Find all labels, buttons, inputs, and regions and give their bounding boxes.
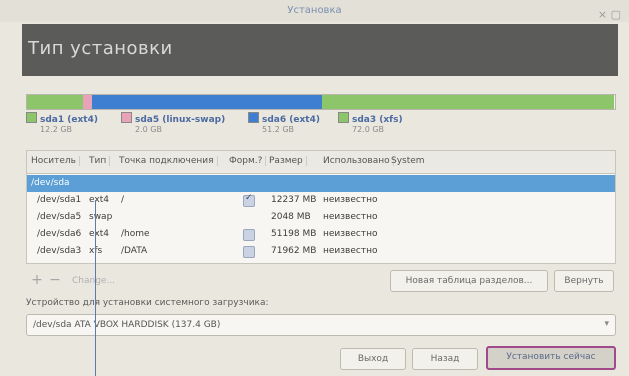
page-header: Тип установки	[22, 24, 618, 76]
partition-segment-sda3	[322, 95, 614, 109]
partition-segment-sda6	[92, 95, 322, 109]
legend-item-sda1: sda1 (ext4) 12.2 GB	[26, 112, 98, 134]
legend-swatch	[121, 112, 132, 123]
column-header-device[interactable]: Носитель	[31, 156, 80, 166]
row-device: /dev/sda3	[37, 246, 82, 256]
column-header-mount[interactable]: Точка подключения	[119, 156, 218, 166]
legend-item-sda6: sda6 (ext4) 51.2 GB	[248, 112, 320, 134]
legend-name: sda6 (ext4)	[262, 115, 320, 125]
row-device: /dev/sda5	[37, 212, 82, 222]
legend-name: sda3 (xfs)	[352, 115, 403, 125]
legend-item-sda3: sda3 (xfs) 72.0 GB	[338, 112, 403, 134]
column-header-format[interactable]: Форм.?	[229, 156, 267, 166]
window-titlebar: Установка × ▢	[0, 0, 629, 22]
format-checkbox[interactable]	[243, 193, 255, 207]
row-type: ext4	[89, 229, 109, 239]
row-mount: /home	[121, 229, 150, 239]
row-mount: /DATA	[121, 246, 148, 256]
cursor-line	[95, 200, 96, 376]
back-button[interactable]: Назад	[412, 348, 478, 370]
row-used: неизвестно	[323, 246, 378, 256]
partition-segment-sda5	[83, 95, 92, 109]
quit-button[interactable]: Выход	[340, 348, 406, 370]
row-size: 71962 MB	[271, 246, 317, 256]
bootloader-label: Устройство для установки системного загр…	[26, 298, 269, 308]
page-title: Тип установки	[28, 38, 173, 59]
row-device: /dev/sda1	[37, 195, 82, 205]
legend-size: 2.0 GB	[135, 125, 162, 134]
column-header-system[interactable]: System	[391, 156, 428, 166]
row-used: неизвестно	[323, 212, 378, 222]
partition-table: Носитель Тип Точка подключения Форм.? Ра…	[26, 150, 616, 264]
legend-swatch	[26, 112, 37, 123]
partition-segment-sda1	[27, 95, 83, 109]
row-size: 2048 MB	[271, 212, 311, 222]
legend-name: sda5 (linux-swap)	[135, 115, 226, 125]
bootloader-device-value: /dev/sda ATA VBOX HARDDISK (137.4 GB)	[33, 320, 221, 330]
legend-size: 12.2 GB	[40, 125, 73, 134]
legend-item-sda5: sda5 (linux-swap) 2.0 GB	[121, 112, 225, 134]
row-device: /dev/sda6	[37, 229, 82, 239]
column-header-type[interactable]: Тип	[89, 156, 111, 166]
format-checkbox[interactable]	[243, 246, 255, 258]
row-size: 51198 MB	[271, 229, 317, 239]
legend-swatch	[338, 112, 349, 123]
legend-size: 51.2 GB	[262, 125, 295, 134]
chevron-down-icon: ▾	[604, 319, 609, 329]
row-type: ext4	[89, 195, 109, 205]
window-title: Установка	[287, 5, 342, 16]
legend-size: 72.0 GB	[352, 125, 385, 134]
table-row[interactable]: /dev/sda3 xfs /DATA 71962 MB неизвестно	[27, 243, 615, 260]
row-type: swap	[89, 212, 113, 222]
column-header-used[interactable]: Использовано	[323, 156, 394, 166]
row-used: неизвестно	[323, 229, 378, 239]
row-used: неизвестно	[323, 195, 378, 205]
install-now-button[interactable]: Установить сейчас	[486, 346, 616, 370]
revert-button[interactable]: Вернуть	[554, 270, 614, 292]
new-partition-table-button[interactable]: Новая таблица разделов...	[390, 270, 548, 292]
legend-name: sda1 (ext4)	[40, 115, 98, 125]
remove-partition-button[interactable]: −	[48, 272, 62, 288]
legend-swatch	[248, 112, 259, 123]
table-row[interactable]: /dev/sda1 ext4 / 12237 MB неизвестно	[27, 192, 615, 209]
table-header: Носитель Тип Точка подключения Форм.? Ра…	[27, 151, 615, 174]
partition-bar	[26, 94, 616, 110]
table-row[interactable]: /dev/sda5 swap 2048 MB неизвестно	[27, 209, 615, 226]
partition-toolbar: + − Change... Новая таблица разделов... …	[26, 268, 614, 292]
change-partition-button[interactable]: Change...	[72, 276, 115, 286]
window-controls[interactable]: × ▢	[598, 4, 621, 26]
disk-device: /dev/sda	[31, 178, 70, 188]
bootloader-device-select[interactable]: /dev/sda ATA VBOX HARDDISK (137.4 GB) ▾	[26, 314, 616, 336]
format-checkbox[interactable]	[243, 229, 255, 241]
table-row-disk[interactable]: /dev/sda	[27, 175, 615, 192]
row-mount: /	[121, 195, 125, 205]
table-row[interactable]: /dev/sda6 ext4 /home 51198 MB неизвестно	[27, 226, 615, 243]
add-partition-button[interactable]: +	[30, 272, 44, 288]
column-header-size[interactable]: Размер	[269, 156, 307, 166]
row-size: 12237 MB	[271, 195, 317, 205]
